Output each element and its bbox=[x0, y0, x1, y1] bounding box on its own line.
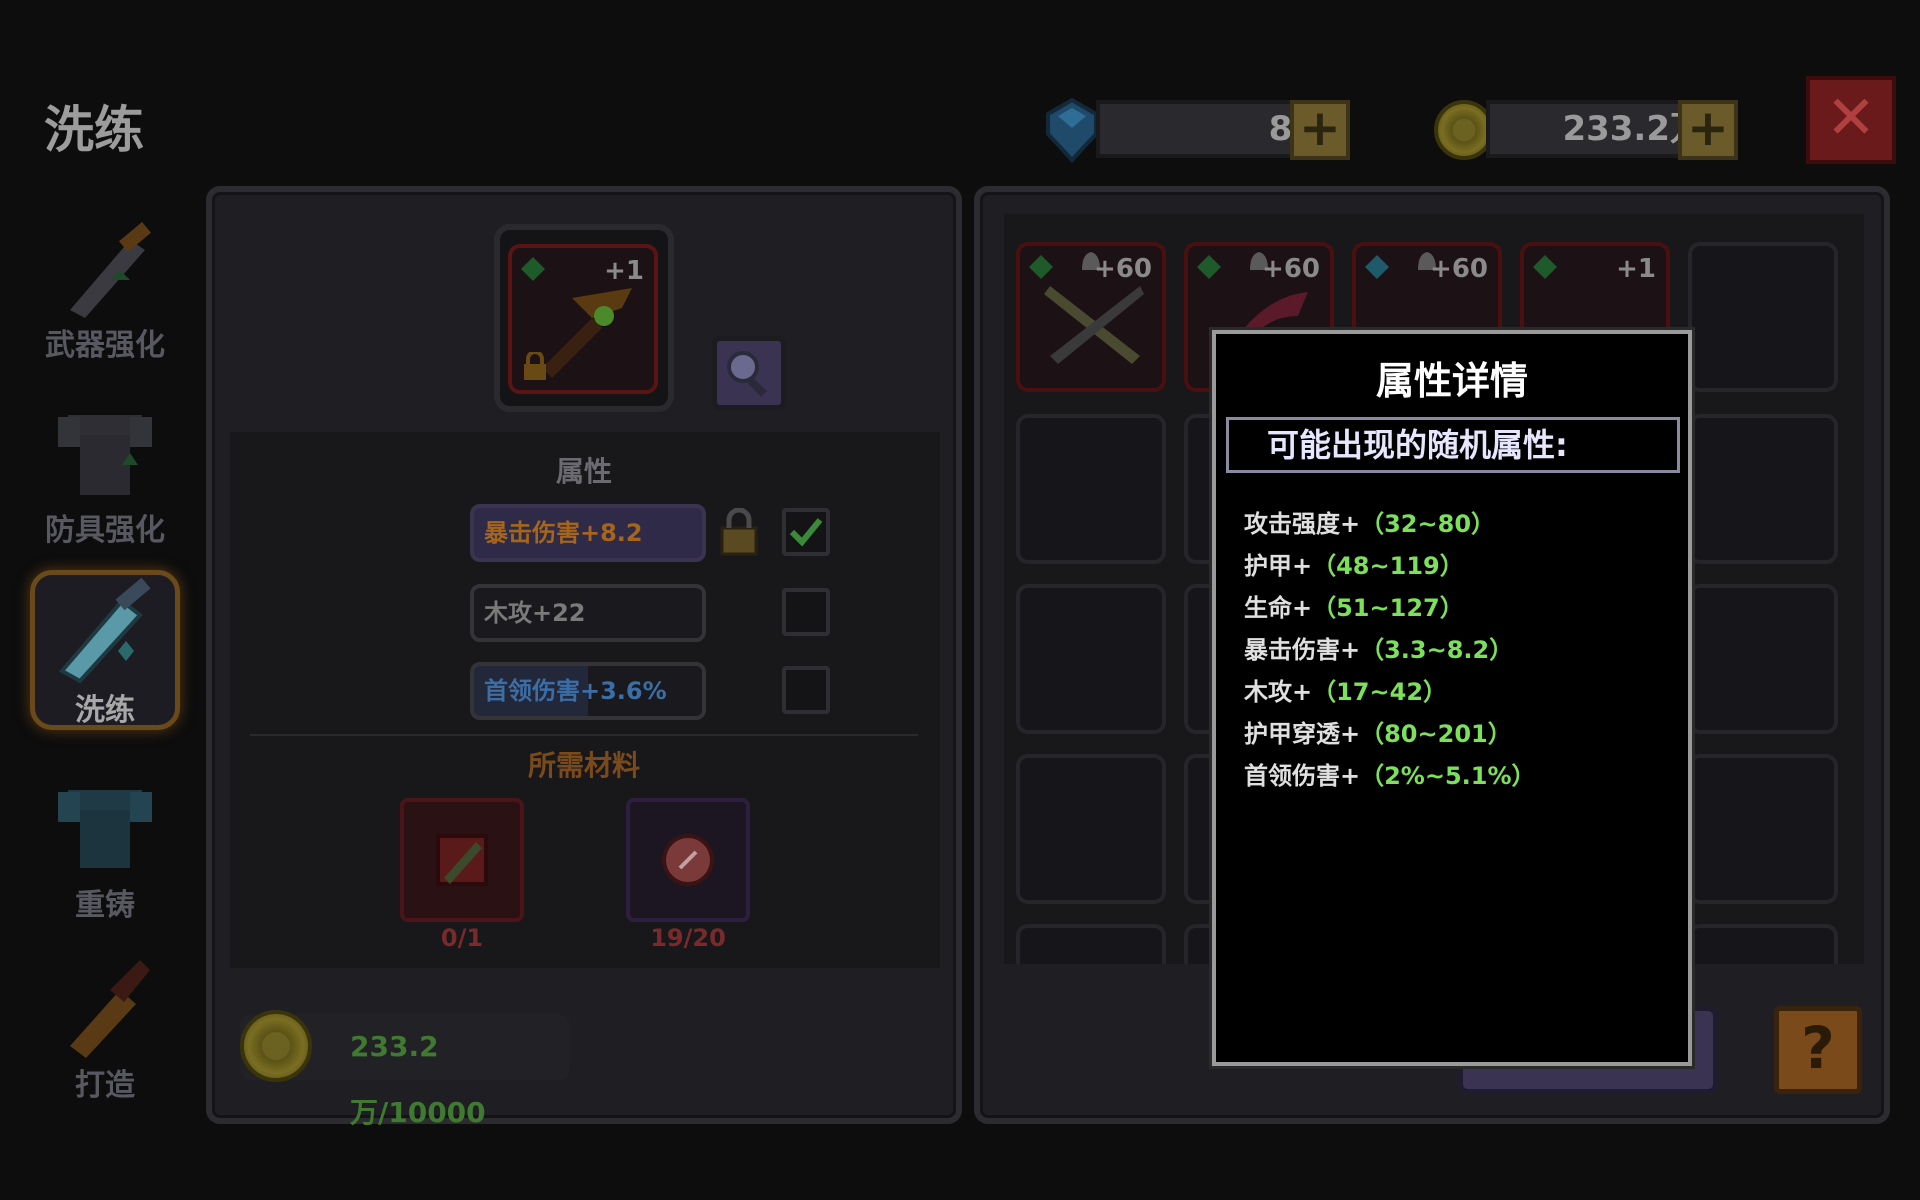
attribute-range-item: 暴击伤害+（3.3~8.2） bbox=[1244, 629, 1688, 671]
attribute-range-item: 护甲+（48~119） bbox=[1244, 545, 1688, 587]
attribute-range-item: 首领伤害+（2%~5.1%） bbox=[1244, 755, 1688, 797]
attribute-name: 木攻+ bbox=[1244, 678, 1313, 706]
sidebar-item-refine[interactable]: 洗练 bbox=[30, 570, 180, 730]
weapon-material-icon bbox=[436, 834, 488, 886]
attribute-details-popup[interactable]: 属性详情 可能出现的随机属性: 攻击强度+（32~80） 护甲+（48~119）… bbox=[1212, 330, 1692, 1066]
inventory-empty-slot[interactable] bbox=[1688, 242, 1838, 392]
gold-coin-icon bbox=[1434, 100, 1494, 160]
magnifier-icon bbox=[727, 351, 767, 397]
attribute-range: （80~201） bbox=[1360, 720, 1512, 748]
attribute-checkbox-2[interactable] bbox=[782, 588, 830, 636]
attribute-text: 首领伤害+3.6% bbox=[484, 677, 667, 705]
checkmark-icon bbox=[789, 518, 823, 547]
page-title: 洗练 bbox=[44, 101, 144, 159]
attribute-checkbox-3[interactable] bbox=[782, 666, 830, 714]
sidebar-item-label: 防具强化 bbox=[45, 513, 165, 548]
gold-coin-icon bbox=[240, 1010, 312, 1082]
attribute-name: 首领伤害+ bbox=[1244, 762, 1361, 790]
inventory-empty-slot[interactable] bbox=[1688, 584, 1838, 734]
divider bbox=[250, 734, 918, 736]
attribute-range: （2%~5.1%） bbox=[1360, 762, 1536, 790]
item-level: +60 bbox=[1262, 254, 1320, 284]
sidebar-item-label: 武器强化 bbox=[45, 328, 165, 363]
inventory-empty-slot[interactable] bbox=[1016, 414, 1166, 564]
attribute-crit-damage[interactable]: 暴击伤害+8.2 bbox=[470, 504, 706, 562]
refine-stone-icon bbox=[662, 834, 714, 886]
lock-icon[interactable] bbox=[718, 508, 760, 558]
item-level: +60 bbox=[1430, 254, 1488, 284]
popup-title: 属性详情 bbox=[1375, 359, 1528, 403]
sidebar-item-forge[interactable]: 打造 bbox=[30, 950, 180, 1104]
selected-item-slot[interactable]: +1 bbox=[508, 244, 658, 394]
material-count-1: 0/1 bbox=[440, 924, 484, 952]
attribute-range-item: 攻击强度+（32~80） bbox=[1244, 503, 1688, 545]
add-gold-button[interactable]: + bbox=[1678, 100, 1738, 160]
sidebar-item-label: 打造 bbox=[75, 1068, 135, 1103]
inventory-item-1[interactable]: +60 bbox=[1016, 242, 1166, 392]
recast-armor-icon bbox=[50, 770, 160, 880]
attribute-range: （32~80） bbox=[1360, 510, 1496, 538]
sidebar-item-armor-upgrade[interactable]: 防具强化 bbox=[30, 395, 180, 549]
attribute-range: （48~119） bbox=[1312, 552, 1464, 580]
gem-icon bbox=[1046, 98, 1098, 163]
attribute-name: 暴击伤害+ bbox=[1244, 636, 1361, 664]
attribute-text: 木攻+22 bbox=[484, 599, 586, 627]
inventory-empty-slot[interactable] bbox=[1688, 754, 1838, 904]
refine-sword-icon bbox=[50, 575, 160, 685]
sidebar-item-label: 重铸 bbox=[75, 888, 135, 923]
armor-upgrade-icon bbox=[50, 395, 160, 505]
attribute-name: 攻击强度+ bbox=[1244, 510, 1361, 538]
attribute-name: 护甲+ bbox=[1244, 552, 1313, 580]
inspect-button[interactable] bbox=[712, 336, 786, 410]
attribute-range-item: 生命+（51~127） bbox=[1244, 587, 1688, 629]
blue-gem-icon bbox=[1365, 255, 1389, 279]
material-slot-1[interactable] bbox=[400, 798, 524, 922]
attribute-text: 暴击伤害+8.2 bbox=[484, 519, 643, 547]
attribute-range-item: 木攻+（17~42） bbox=[1244, 671, 1688, 713]
materials-heading: 所需材料 bbox=[527, 749, 640, 782]
add-gems-button[interactable]: + bbox=[1290, 100, 1350, 160]
inventory-empty-slot[interactable] bbox=[1688, 414, 1838, 564]
attribute-range: （3.3~8.2） bbox=[1360, 636, 1514, 664]
close-button[interactable]: ✕ bbox=[1806, 76, 1896, 164]
attribute-range-item: 护甲穿透+（80~201） bbox=[1244, 713, 1688, 755]
material-slot-2[interactable] bbox=[626, 798, 750, 922]
sword-upgrade-icon bbox=[50, 210, 160, 320]
attribute-boss-damage[interactable]: 首领伤害+3.6% bbox=[470, 662, 706, 720]
forge-icon bbox=[50, 950, 160, 1060]
sidebar-item-recast[interactable]: 重铸 bbox=[30, 770, 180, 924]
attribute-wood-attack[interactable]: 木攻+22 bbox=[470, 584, 706, 642]
inventory-empty-slot[interactable] bbox=[1016, 584, 1166, 734]
inventory-empty-slot[interactable] bbox=[1688, 924, 1838, 964]
material-count-2: 19/20 bbox=[650, 924, 726, 952]
attribute-range-list: 攻击强度+（32~80） 护甲+（48~119） 生命+（51~127） 暴击伤… bbox=[1244, 503, 1688, 797]
help-button[interactable]: ? bbox=[1774, 1006, 1862, 1094]
green-gem-icon bbox=[1197, 255, 1221, 279]
popup-subtitle: 可能出现的随机属性: bbox=[1226, 417, 1680, 473]
attribute-name: 生命+ bbox=[1244, 594, 1313, 622]
inventory-empty-slot[interactable] bbox=[1016, 754, 1166, 904]
attribute-range: （17~42） bbox=[1312, 678, 1448, 706]
attribute-range: （51~127） bbox=[1312, 594, 1464, 622]
sidebar-item-label: 洗练 bbox=[75, 693, 135, 728]
crossbow-icon bbox=[542, 288, 632, 378]
attribute-checkbox-1[interactable] bbox=[782, 508, 830, 556]
inventory-empty-slot[interactable] bbox=[1016, 924, 1166, 964]
item-level: +1 bbox=[1616, 254, 1656, 284]
attributes-heading: 属性 bbox=[555, 455, 612, 488]
sidebar-item-weapon-upgrade[interactable]: 武器强化 bbox=[30, 210, 180, 364]
crossed-swords-icon bbox=[1044, 286, 1144, 364]
attribute-name: 护甲穿透+ bbox=[1244, 720, 1361, 748]
lock-icon bbox=[524, 352, 546, 380]
green-gem-icon bbox=[1533, 255, 1557, 279]
